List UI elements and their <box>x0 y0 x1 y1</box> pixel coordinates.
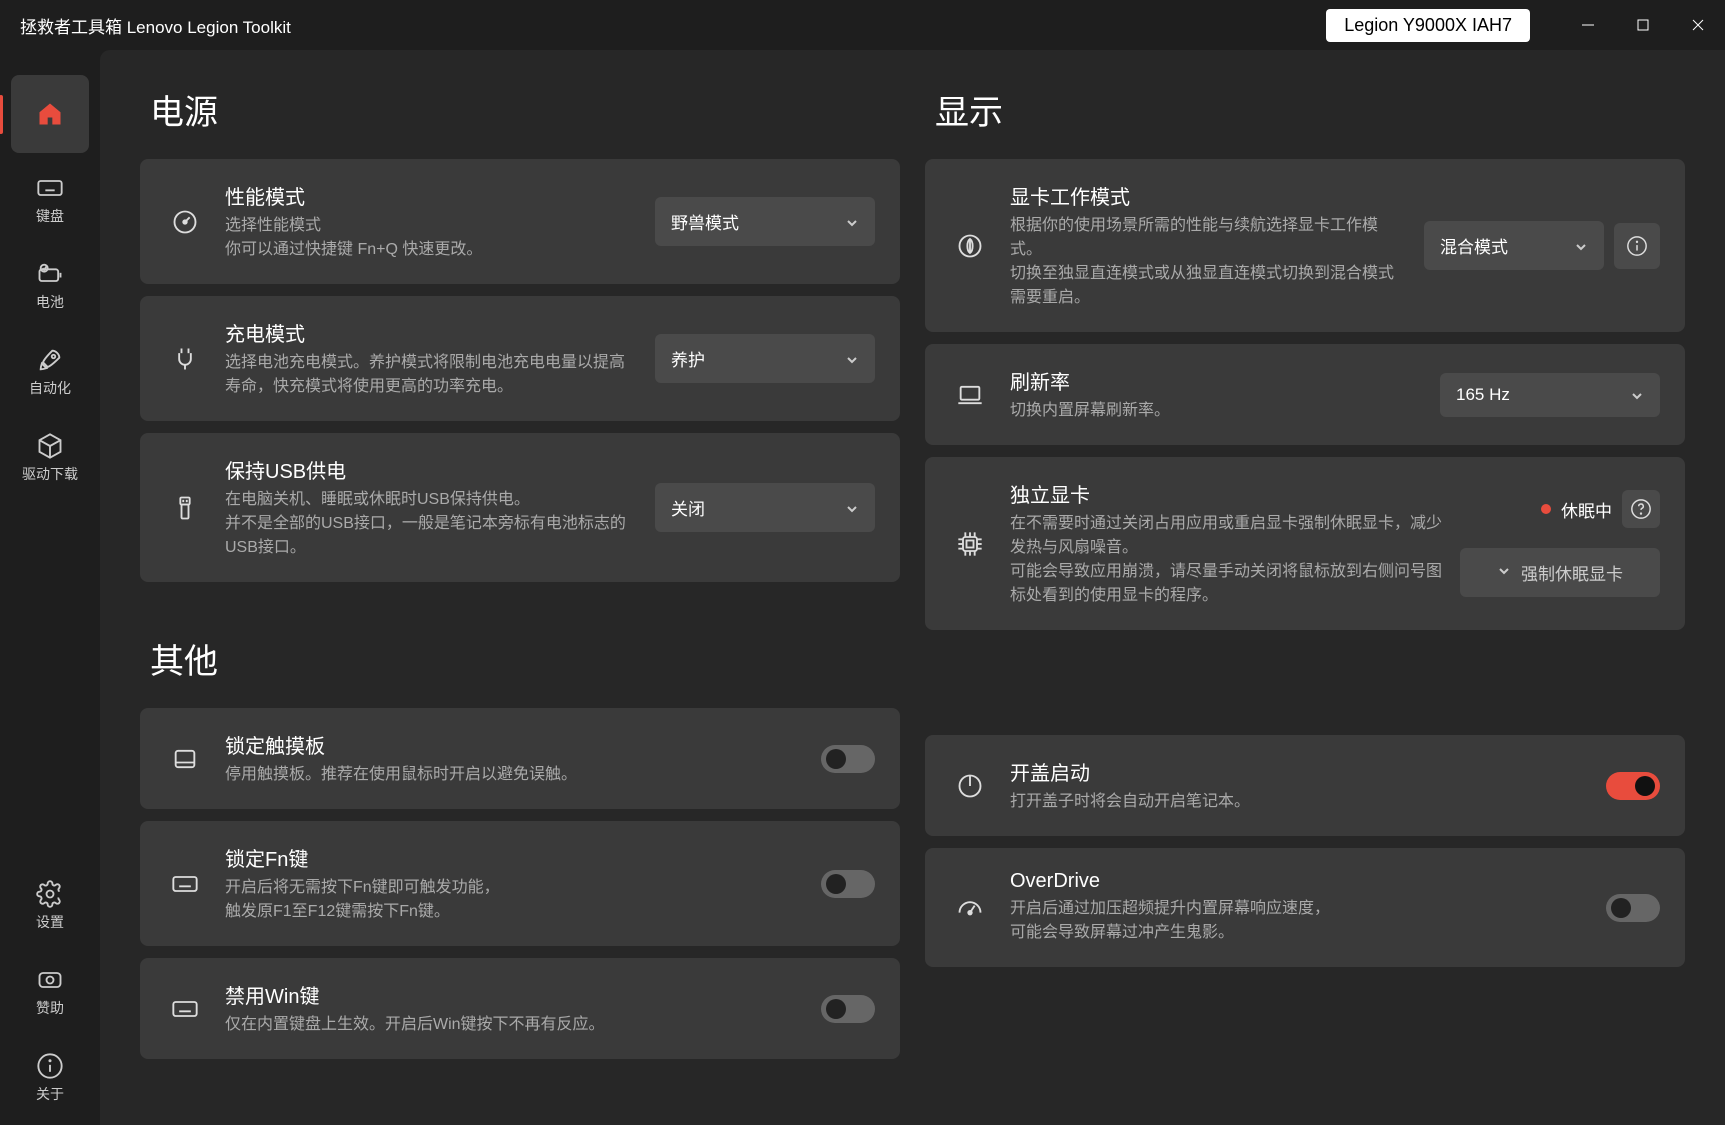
card-gpu-mode: 显卡工作模式 根据你的使用场景所需的性能与续航选择显卡工作模式。 切换至独显直连… <box>925 159 1685 332</box>
power-icon <box>950 772 990 800</box>
chevron-down-icon <box>845 215 859 229</box>
leaf-icon <box>950 232 990 260</box>
keyboard-icon <box>36 174 64 202</box>
sidebar-item-donate[interactable]: 赞助 <box>11 953 89 1031</box>
touchpad-lock-toggle[interactable] <box>821 745 875 773</box>
card-flip-to-start: 开盖启动 打开盖子时将会自动开启笔记本。 <box>925 735 1685 836</box>
flip-to-start-toggle[interactable] <box>1606 772 1660 800</box>
dgpu-help-button[interactable] <box>1622 490 1660 528</box>
speedometer-icon <box>950 894 990 922</box>
gpu-info-button[interactable] <box>1614 223 1660 269</box>
keyboard-icon <box>165 995 205 1023</box>
fn-lock-toggle[interactable] <box>821 870 875 898</box>
dgpu-status: 休眠中 <box>1561 497 1612 522</box>
sidebar: 键盘 电池 自动化 驱动下载 设置 赞助 关于 <box>0 50 100 1125</box>
status-dot <box>1541 504 1551 514</box>
package-icon <box>36 432 64 460</box>
chevron-down-icon <box>845 352 859 366</box>
sidebar-item-home[interactable] <box>11 75 89 153</box>
win-key-toggle[interactable] <box>821 995 875 1023</box>
charging-mode-dropdown[interactable]: 养护 <box>655 334 875 383</box>
section-others-title: 其他 <box>150 634 900 683</box>
gauge-icon <box>165 208 205 236</box>
sidebar-item-keyboard[interactable]: 键盘 <box>11 161 89 239</box>
sidebar-item-battery[interactable]: 电池 <box>11 247 89 325</box>
sidebar-item-drivers[interactable]: 驱动下载 <box>11 419 89 497</box>
chip-icon <box>950 530 990 558</box>
card-overdrive: OverDrive 开启后通过加压超频提升内置屏幕响应速度， 可能会导致屏幕过冲… <box>925 848 1685 967</box>
usb-icon <box>165 494 205 522</box>
sidebar-item-about[interactable]: 关于 <box>11 1039 89 1117</box>
card-touchpad-lock: 锁定触摸板 停用触摸板。推荐在使用鼠标时开启以避免误触。 <box>140 708 900 809</box>
plug-icon <box>165 345 205 373</box>
touchpad-icon <box>165 745 205 773</box>
chevron-down-icon <box>1574 239 1588 253</box>
card-usb-power: 保持USB供电 在电脑关机、睡眠或休眠时USB保持供电。 并不是全部的USB接口… <box>140 433 900 582</box>
gpu-mode-dropdown[interactable]: 混合模式 <box>1424 221 1604 270</box>
keyboard-icon <box>165 870 205 898</box>
card-win-key-disable: 禁用Win键 仅在内置键盘上生效。开启后Win键按下不再有反应。 <box>140 958 900 1059</box>
card-refresh-rate: 刷新率 切换内置屏幕刷新率。 165 Hz <box>925 344 1685 445</box>
laptop-icon <box>950 381 990 409</box>
rocket-icon <box>36 346 64 374</box>
minimize-button[interactable] <box>1560 3 1615 48</box>
card-charging-mode: 充电模式 选择电池充电模式。养护模式将限制电池充电电量以提高寿命，快充模式将使用… <box>140 296 900 421</box>
chevron-down-icon <box>1630 388 1644 402</box>
battery-icon <box>36 260 64 288</box>
sidebar-item-automation[interactable]: 自动化 <box>11 333 89 411</box>
info-icon <box>36 1052 64 1080</box>
performance-mode-dropdown[interactable]: 野兽模式 <box>655 197 875 246</box>
device-badge: Legion Y9000X IAH7 <box>1326 9 1530 42</box>
maximize-button[interactable] <box>1615 3 1670 48</box>
usb-power-dropdown[interactable]: 关闭 <box>655 483 875 532</box>
refresh-rate-dropdown[interactable]: 165 Hz <box>1440 373 1660 417</box>
main-content: 电源 性能模式 选择性能模式 你可以通过快捷键 Fn+Q 快速更改。 野兽模式 <box>100 50 1725 1125</box>
gear-icon <box>36 880 64 908</box>
overdrive-toggle[interactable] <box>1606 894 1660 922</box>
section-power-title: 电源 <box>150 85 900 134</box>
sidebar-item-settings[interactable]: 设置 <box>11 867 89 945</box>
card-discrete-gpu: 独立显卡 在不需要时通过关闭占用应用或重启显卡强制休眠显卡，减少发热与风扇噪音。… <box>925 457 1685 630</box>
titlebar: 拯救者工具箱 Lenovo Legion Toolkit Legion Y900… <box>0 0 1725 50</box>
app-title: 拯救者工具箱 Lenovo Legion Toolkit <box>20 13 291 38</box>
card-fn-lock: 锁定Fn键 开启后将无需按下Fn键即可触发功能， 触发原F1至F12键需按下Fn… <box>140 821 900 946</box>
force-sleep-gpu-button[interactable]: 强制休眠显卡 <box>1460 548 1660 597</box>
card-performance-mode: 性能模式 选择性能模式 你可以通过快捷键 Fn+Q 快速更改。 野兽模式 <box>140 159 900 284</box>
chevron-down-icon <box>1497 563 1511 583</box>
chevron-down-icon <box>845 501 859 515</box>
section-display-title: 显示 <box>935 85 1685 134</box>
close-button[interactable] <box>1670 3 1725 48</box>
home-icon <box>36 100 64 128</box>
donate-icon <box>36 966 64 994</box>
